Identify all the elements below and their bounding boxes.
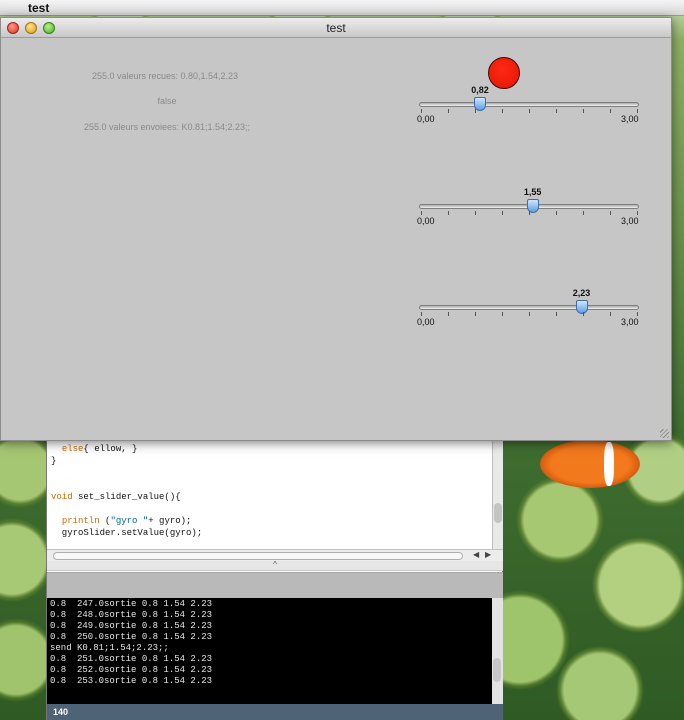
console-line: 0.8 251.0sortie 0.8 1.54 2.23	[50, 654, 213, 664]
console-scroll-knob[interactable]	[493, 658, 501, 682]
slider-tick	[421, 211, 422, 215]
received-values-text: 255.0 valeurs recues: 0.80,1.54,2.23	[91, 71, 239, 81]
slider-tick	[475, 312, 476, 316]
slider-tick	[502, 109, 503, 113]
slider-tick	[637, 109, 638, 113]
flag-text: false	[157, 96, 177, 106]
slider-tick	[637, 312, 638, 316]
slider-tick	[502, 211, 503, 215]
slider-tick	[475, 109, 476, 113]
slider-tick	[610, 211, 611, 215]
window-title: test	[326, 21, 346, 35]
slider-tick	[475, 211, 476, 215]
slider-tick	[529, 312, 530, 316]
console-line: 0.8 249.0sortie 0.8 1.54 2.23	[50, 621, 213, 631]
slider-value-label: 0,82	[471, 85, 489, 95]
editor-vertical-scrollbar[interactable]	[492, 441, 503, 549]
slider-max-label: 3,00	[621, 216, 639, 226]
slider-tick	[502, 312, 503, 316]
slider-tick	[448, 312, 449, 316]
slider-tick	[556, 312, 557, 316]
line-number-status: 140	[47, 704, 503, 720]
slider-tick	[529, 109, 530, 113]
editor-scroll-knob[interactable]	[494, 503, 502, 523]
slider-track[interactable]	[419, 305, 639, 310]
console-line: 0.8 253.0sortie 0.8 1.54 2.23	[50, 676, 213, 686]
code-line[interactable]: }	[51, 455, 488, 467]
slider-tick	[421, 109, 422, 113]
collapse-arrow-icon[interactable]: ^	[273, 560, 277, 569]
slider-thumb[interactable]	[575, 300, 588, 314]
scroll-left-arrow-icon[interactable]: ◀	[473, 550, 479, 559]
message-area	[47, 572, 503, 598]
slider-tick	[610, 109, 611, 113]
slider-value-label: 1,55	[523, 187, 542, 197]
slider-tick	[556, 211, 557, 215]
slider-tick	[583, 109, 584, 113]
slider-tick	[448, 109, 449, 113]
slider-tick	[583, 312, 584, 316]
scroll-right-arrow-icon[interactable]: ▶	[485, 550, 491, 559]
slider-3[interactable]: 2,23 0,00 3,00	[417, 288, 641, 331]
slider-1[interactable]: 0,82 0,00 3,00	[417, 85, 641, 128]
slider-min-label: 0,00	[417, 216, 435, 226]
console-line: 0.8 247.0sortie 0.8 1.54 2.23	[50, 599, 213, 609]
slider-min-label: 0,00	[417, 114, 435, 124]
console-vertical-scrollbar[interactable]	[492, 598, 503, 704]
close-window-button[interactable]	[7, 22, 19, 34]
minimize-window-button[interactable]	[25, 22, 37, 34]
slider-tick	[556, 109, 557, 113]
code-line[interactable]	[51, 467, 488, 479]
app-menu-title[interactable]: test	[28, 1, 49, 15]
code-editor[interactable]: else{ ellow, }} void set_slider_value(){…	[47, 441, 492, 549]
slider-2[interactable]: 1,55 0,00 3,00	[417, 187, 641, 230]
sent-values-text: 255.0 valeurs envoiees: K0.81;1.54;2.23;…	[83, 122, 251, 132]
slider-max-label: 3,00	[621, 317, 639, 327]
ide-window: else{ ellow, }} void set_slider_value(){…	[46, 441, 503, 720]
console-line: 0.8 248.0sortie 0.8 1.54 2.23	[50, 610, 213, 620]
slider-min-label: 0,00	[417, 317, 435, 327]
slider-tick	[610, 312, 611, 316]
slider-value-label: 2,23	[572, 288, 591, 298]
window-titlebar[interactable]: test	[1, 18, 671, 38]
code-line[interactable]: else{ ellow, }	[51, 443, 488, 455]
console-line: send K0.81;1.54;2.23;;	[50, 643, 169, 653]
code-line[interactable]: void set_slider_value(){	[51, 491, 488, 503]
console-output: 0.8 247.0sortie 0.8 1.54 2.23 0.8 248.0so…	[47, 598, 492, 704]
editor-console-divider[interactable]: ^	[47, 561, 503, 571]
test-sketch-window: test 255.0 valeurs recues: 0.80,1.54,2.2…	[0, 17, 672, 441]
menu-bar: test	[0, 0, 684, 16]
zoom-window-button[interactable]	[43, 22, 55, 34]
status-indicator-led	[488, 57, 520, 89]
slider-tick	[529, 211, 530, 215]
slider-max-label: 3,00	[621, 114, 639, 124]
slider-track[interactable]	[419, 102, 639, 107]
code-line[interactable]	[51, 503, 488, 515]
code-line[interactable]: gyroSlider.setValue(gyro);	[51, 527, 488, 539]
editor-hscroll-track[interactable]	[53, 552, 463, 560]
window-resize-grip[interactable]	[660, 429, 669, 438]
console-line: 0.8 250.0sortie 0.8 1.54 2.23	[50, 632, 213, 642]
slider-tick	[421, 312, 422, 316]
slider-tick	[637, 211, 638, 215]
console-line: 0.8 252.0sortie 0.8 1.54 2.23	[50, 665, 213, 675]
slider-tick	[448, 211, 449, 215]
slider-tick	[583, 211, 584, 215]
clownfish-wallpaper-detail	[540, 440, 640, 488]
code-line[interactable]: println ("gyro "+ gyro);	[51, 515, 488, 527]
code-line[interactable]	[51, 479, 488, 491]
